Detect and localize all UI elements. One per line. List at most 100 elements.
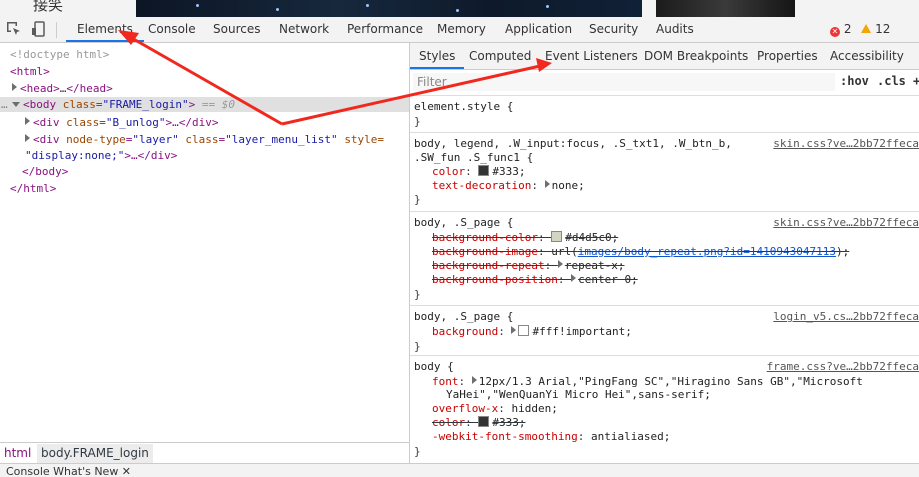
tab-accessibility[interactable]: Accessibility: [830, 43, 904, 69]
property-value: antialiased;: [590, 430, 671, 443]
style-rule-skin-body: body, legend, .W_input:focus, .S_txt1, .…: [410, 133, 919, 212]
div2-class-value: "layer_menu_list": [225, 133, 338, 146]
tab-event-listeners[interactable]: Event Listeners: [545, 43, 638, 69]
dom-node-div-layer-cont: "display:none;">…</div>: [25, 148, 434, 163]
style-rule-frame-body: body { frame.css?ve…2bb72ffeca font: 12p…: [410, 356, 919, 463]
rule-selector[interactable]: body, legend, .W_input:focus, .S_txt1, .…: [414, 137, 732, 151]
css-property-overridden[interactable]: background-image: url(images/body_repeat…: [432, 245, 849, 259]
tab-styles[interactable]: Styles: [410, 43, 465, 69]
dom-tree-panel: <!doctype html> <html> <head> … </head> … …: [0, 43, 409, 442]
property-name: color: [432, 416, 466, 429]
div1-tag-end: >…</div>: [165, 116, 219, 129]
rule-close-brace: }: [414, 340, 421, 353]
breadcrumb-html[interactable]: html: [4, 446, 31, 460]
styles-filter-input[interactable]: [413, 73, 835, 91]
dom-node-doctype[interactable]: <!doctype html>: [10, 47, 419, 62]
tab-dom-breakpoints[interactable]: DOM Breakpoints: [644, 43, 748, 69]
expand-arrow-icon[interactable]: [557, 260, 563, 268]
error-icon: ✕: [830, 27, 840, 37]
color-swatch-icon[interactable]: [518, 325, 530, 336]
warning-icon: [861, 24, 872, 33]
tab-performance[interactable]: Performance: [347, 17, 423, 42]
rule-source-link[interactable]: login_v5.cs…2bb72ffeca: [773, 310, 919, 324]
dom-node-body-close[interactable]: </body>: [22, 164, 431, 179]
property-name: background-image: [432, 245, 538, 258]
rule-source-link[interactable]: skin.css?ve…2bb72ffeca: [773, 137, 919, 151]
devtools-toolbar: Elements Console Sources Network Perform…: [0, 17, 919, 43]
color-swatch-icon[interactable]: [478, 165, 490, 176]
dom-node-div-layer[interactable]: <div node-type="layer" class="layer_menu…: [25, 132, 434, 147]
expand-arrow-icon[interactable]: [12, 83, 17, 91]
ellipsis-icon[interactable]: …: [1, 97, 8, 112]
inspect-element-icon[interactable]: [5, 20, 23, 38]
rule-selector[interactable]: body {: [414, 360, 454, 374]
tab-security[interactable]: Security: [589, 17, 638, 42]
div2-nodetype-attr: node-type: [66, 133, 126, 146]
dom-node-body[interactable]: … <body class="FRAME_login"> == $0: [0, 97, 409, 112]
tab-application[interactable]: Application: [505, 17, 572, 42]
div1-open-tag: <div: [33, 116, 60, 129]
tab-console[interactable]: Console: [148, 17, 196, 42]
div2-tag-end: >…</div>: [124, 149, 178, 162]
div1-class-value: "B_unlog": [105, 116, 166, 129]
tab-memory[interactable]: Memory: [437, 17, 486, 42]
div2-style-value: "display:none;": [25, 149, 125, 162]
new-rule-button[interactable]: +: [913, 74, 919, 88]
dom-node-div-unlog[interactable]: <div class="B_unlog">…</div>: [25, 115, 434, 130]
body-class-value: "FRAME_login": [102, 98, 189, 111]
dom-node-head[interactable]: <head>…</head>: [12, 81, 421, 96]
html-close-tag: </html>: [10, 182, 57, 195]
expand-arrow-icon[interactable]: [25, 134, 30, 142]
rule-source-link[interactable]: skin.css?ve…2bb72ffeca: [773, 216, 919, 230]
rule-selector[interactable]: element.style {: [414, 100, 513, 114]
rule-close-brace: }: [414, 445, 421, 458]
expand-arrow-icon[interactable]: [511, 326, 517, 334]
rule-source-link[interactable]: frame.css?ve…2bb72ffeca: [767, 360, 919, 374]
drawer-tabs-text[interactable]: Console What's New ✕: [6, 465, 131, 477]
style-rule-login-page: body, .S_page { login_v5.cs…2bb72ffeca b…: [410, 306, 919, 356]
dom-node-html-close[interactable]: </html>: [10, 181, 419, 196]
css-property[interactable]: color: #333;: [432, 165, 526, 179]
tab-network[interactable]: Network: [279, 17, 329, 42]
issue-counters[interactable]: ✕ 2 12: [830, 17, 890, 42]
tab-properties[interactable]: Properties: [757, 43, 818, 69]
css-property[interactable]: text-decoration: none;: [432, 179, 585, 193]
class-toggle[interactable]: .cls: [877, 74, 906, 88]
css-property-overridden[interactable]: background-position: center 0;: [432, 273, 638, 287]
expand-arrow-icon[interactable]: [471, 376, 477, 384]
collapse-arrow-icon[interactable]: [12, 102, 20, 107]
div2-class-attr: class: [185, 133, 219, 146]
breadcrumb: html body.FRAME_login: [0, 442, 409, 464]
head-open-tag: <head>: [20, 82, 60, 95]
property-value: repeat-x;: [564, 259, 625, 272]
css-property-overridden[interactable]: color: #333;: [432, 416, 526, 430]
css-property-overridden[interactable]: background-repeat: repeat-x;: [432, 259, 624, 273]
property-name: font: [432, 375, 459, 388]
body-close-tag: </body>: [22, 165, 69, 178]
css-property[interactable]: -webkit-font-smoothing: antialiased;: [432, 430, 670, 444]
dom-node-html[interactable]: <html>: [10, 64, 419, 79]
color-swatch-icon[interactable]: [551, 231, 563, 242]
hover-state-toggle[interactable]: :hov: [840, 74, 869, 88]
tab-elements[interactable]: Elements: [66, 17, 144, 42]
color-swatch-icon[interactable]: [478, 416, 490, 427]
tab-sources[interactable]: Sources: [213, 17, 260, 42]
css-property[interactable]: overflow-x: hidden;: [432, 402, 558, 416]
breadcrumb-body[interactable]: body.FRAME_login: [37, 444, 153, 463]
tab-computed[interactable]: Computed: [469, 43, 531, 69]
css-property[interactable]: background: #fff!important;: [432, 325, 632, 339]
css-property[interactable]: font: 12px/1.3 Arial,"PingFang SC","Hira…: [432, 375, 863, 389]
body-tag-close: >: [188, 98, 196, 111]
toolbar-divider: [56, 22, 57, 38]
property-name: background-color: [432, 231, 538, 244]
property-value: #333;: [492, 165, 526, 178]
device-toolbar-icon[interactable]: [30, 20, 48, 38]
rule-selector[interactable]: body, .S_page {: [414, 310, 513, 324]
expand-arrow-icon[interactable]: [571, 274, 577, 282]
rule-selector[interactable]: body, .S_page {: [414, 216, 513, 230]
css-property-overridden[interactable]: background-color: #d4d5c0;: [432, 231, 618, 245]
expand-arrow-icon[interactable]: [544, 180, 550, 188]
expand-arrow-icon[interactable]: [25, 117, 30, 125]
background-image-link[interactable]: images/body_repeat.png?id=1410943047113: [578, 245, 836, 258]
tab-audits[interactable]: Audits: [656, 17, 694, 42]
